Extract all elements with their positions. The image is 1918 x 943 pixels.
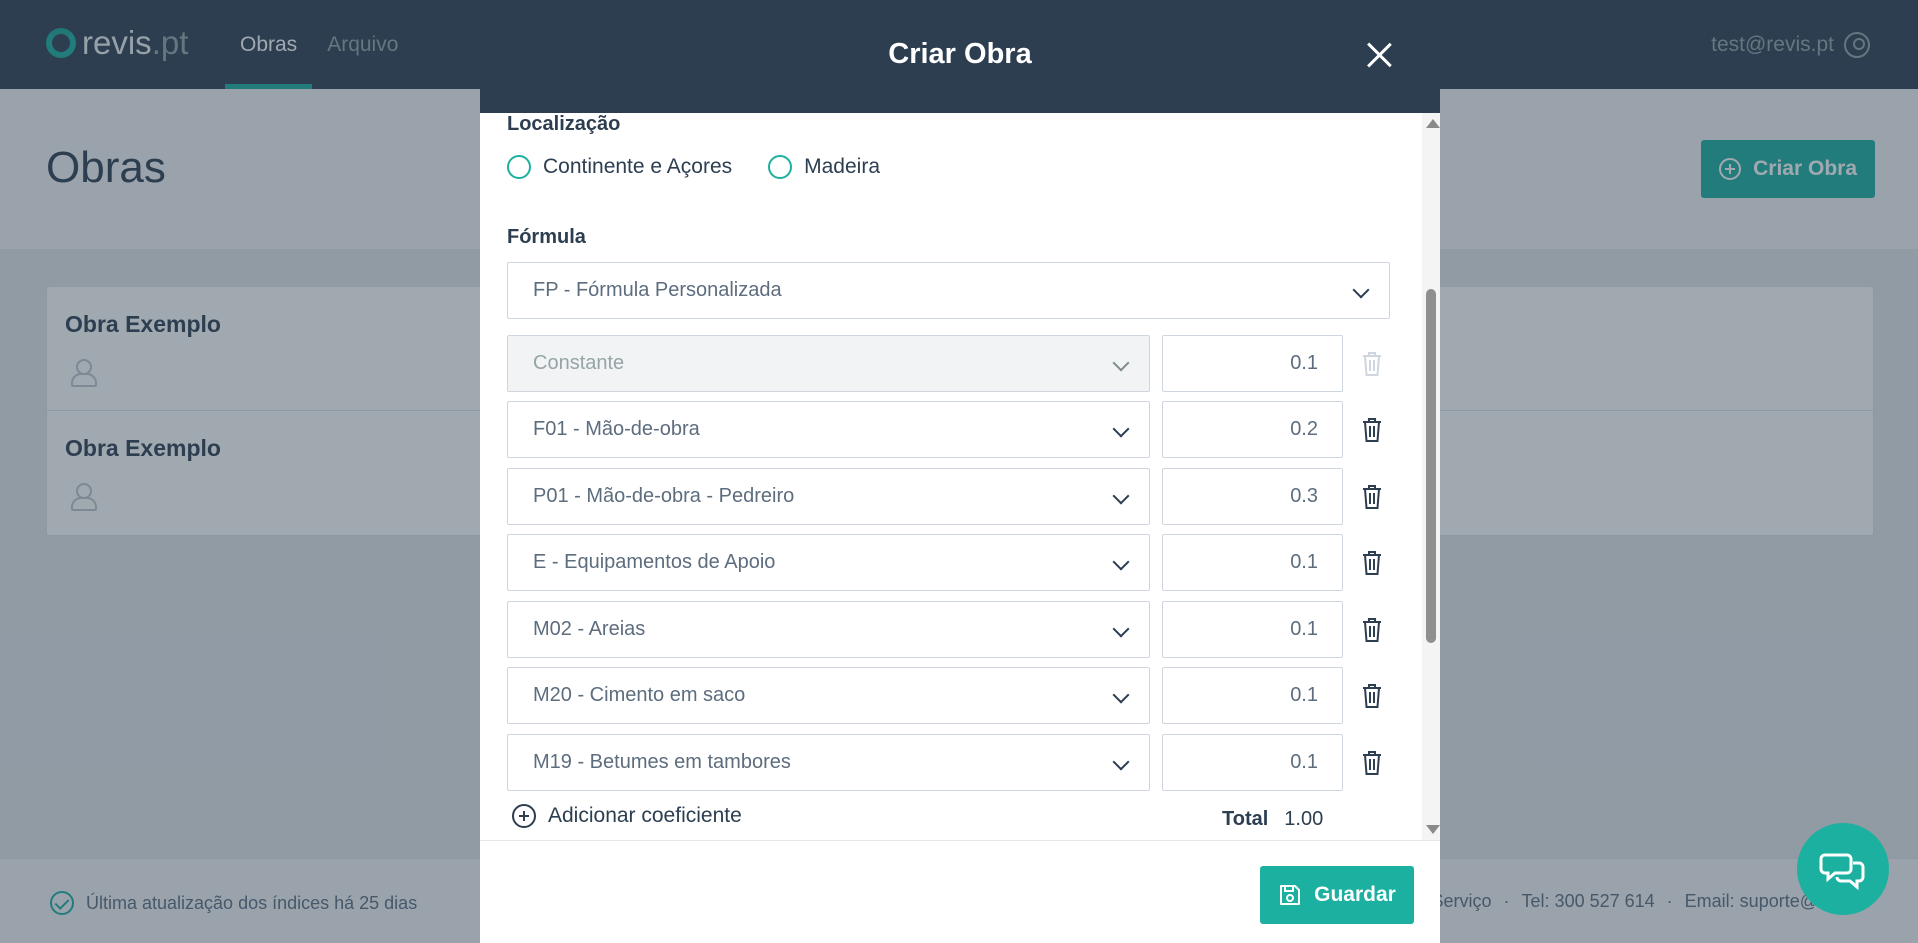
modal-scrollbar[interactable] [1422,113,1440,840]
coefficient-value-input[interactable]: 0.3 [1162,468,1343,525]
location-label: Localização [507,113,621,135]
chevron-down-icon [1112,753,1130,771]
chat-button[interactable] [1797,823,1889,915]
modal-body: Localização Continente e Açores Madeira … [480,113,1440,840]
modal-footer: Guardar [480,840,1440,943]
chevron-down-icon [1112,620,1130,638]
modal-header: Criar Obra [480,0,1440,113]
chevron-down-icon [1112,420,1130,438]
coefficient-select[interactable]: F01 - Mão-de-obra [507,401,1150,458]
chat-bubbles-icon [1819,853,1865,891]
coefficient-value-input[interactable]: 0.1 [1162,335,1343,392]
coefficient-select[interactable]: M02 - Areias [507,601,1150,658]
location-radio-group: Continente e Açores Madeira [507,155,880,179]
trash-icon[interactable] [1361,417,1383,443]
coefficient-select[interactable]: M20 - Cimento em saco [507,667,1150,724]
coefficient-value-input[interactable]: 0.1 [1162,601,1343,658]
coefficient-select[interactable]: P01 - Mão-de-obra - Pedreiro [507,468,1150,525]
radio-continente[interactable]: Continente e Açores [507,155,732,179]
coefficient-value-input[interactable]: 0.1 [1162,734,1343,791]
chevron-down-icon [1352,281,1370,299]
coefficient-select[interactable]: M19 - Betumes em tambores [507,734,1150,791]
total-value: 1.00 [1284,808,1324,830]
create-obra-modal: Criar Obra Localização Continente e Açor… [480,0,1440,943]
scroll-thumb[interactable] [1426,289,1436,643]
floppy-disk-icon [1280,885,1301,905]
plus-circle-icon [512,804,536,828]
radio-circle-icon [507,155,531,179]
chevron-down-icon [1112,354,1130,372]
chevron-down-icon [1112,553,1130,571]
coefficient-value-input[interactable]: 0.1 [1162,667,1343,724]
scroll-up-arrow-icon[interactable] [1426,119,1440,128]
coefficient-select[interactable]: E - Equipamentos de Apoio [507,534,1150,591]
scroll-down-arrow-icon[interactable] [1426,825,1440,834]
trash-icon [1361,351,1383,377]
radio-madeira[interactable]: Madeira [768,155,880,179]
close-icon[interactable] [1366,42,1392,68]
total-label: Total [1222,808,1269,830]
trash-icon[interactable] [1361,550,1383,576]
coefficient-value-input[interactable]: 0.2 [1162,401,1343,458]
coefficient-select: Constante [507,335,1150,392]
formula-select[interactable]: FP - Fórmula Personalizada [507,262,1390,319]
chevron-down-icon [1112,686,1130,704]
trash-icon[interactable] [1361,683,1383,709]
trash-icon[interactable] [1361,617,1383,643]
trash-icon[interactable] [1361,750,1383,776]
coefficient-value-input[interactable]: 0.1 [1162,534,1343,591]
save-button[interactable]: Guardar [1260,866,1414,924]
trash-icon[interactable] [1361,484,1383,510]
total-display: Total 1.00 [1222,808,1323,831]
add-coefficient-button[interactable]: Adicionar coeficiente [512,804,742,828]
modal-title: Criar Obra [888,38,1032,70]
radio-circle-icon [768,155,793,179]
chevron-down-icon [1112,487,1130,505]
formula-label: Fórmula [507,226,586,248]
